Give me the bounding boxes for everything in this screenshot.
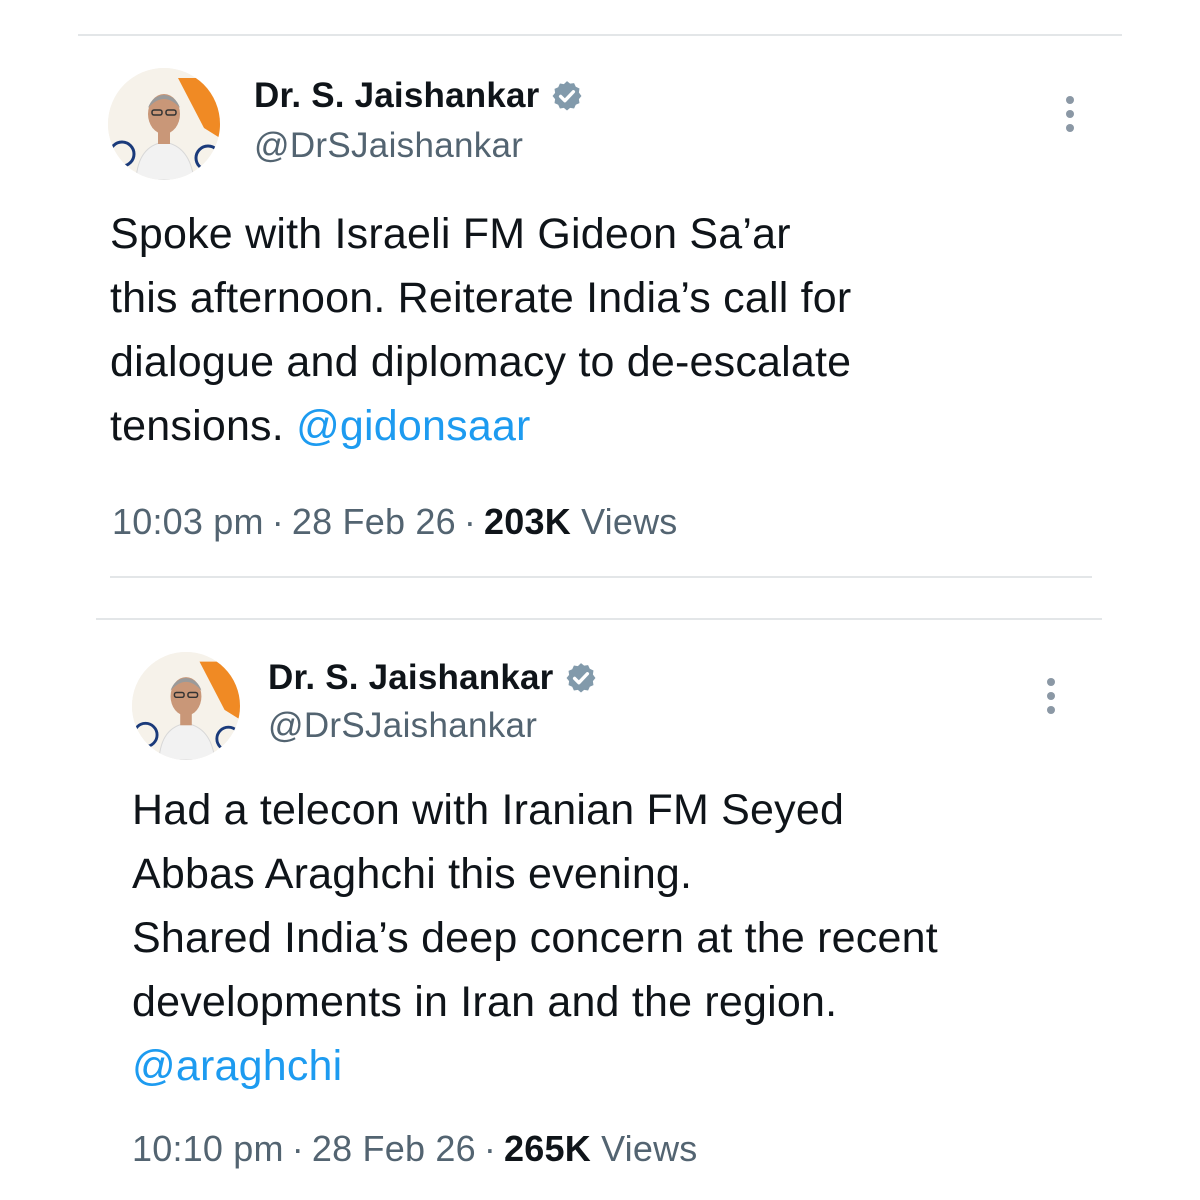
tweet-body-line: Shared India’s deep concern at the recen… (132, 914, 938, 962)
tweet-body-line: developments in Iran and the region. (132, 978, 838, 1026)
tweet-body-line-last: @araghchi (132, 1034, 938, 1098)
meta-separator: · (271, 501, 284, 542)
author-name[interactable]: Dr. S. Jaishankar (254, 76, 540, 116)
tweet-1[interactable]: Dr. S. Jaishankar @DrSJaishankar Spoke w… (0, 0, 1200, 580)
author-name-row: Dr. S. Jaishankar (254, 76, 584, 116)
author-avatar[interactable] (132, 652, 240, 760)
tweet-divider (110, 576, 1092, 578)
avatar-portrait-icon (108, 68, 220, 180)
tweet-body-line: this afternoon. Reiterate India’s call f… (110, 274, 852, 322)
tweet-body-line-last: tensions. @gidonsaar (110, 394, 851, 458)
views-label: Views (601, 1128, 698, 1169)
tweet-body-line: Had a telecon with Iranian FM Seyed (132, 786, 845, 834)
tweet-date[interactable]: 28 Feb 26 (312, 1128, 476, 1169)
author-handle[interactable]: @DrSJaishankar (254, 126, 523, 166)
author-handle[interactable]: @DrSJaishankar (268, 706, 537, 746)
avatar-portrait-icon (132, 652, 240, 760)
more-vertical-icon[interactable] (1044, 676, 1058, 716)
tweet-body-line-text: tensions. (110, 402, 284, 450)
views-count[interactable]: 265K (504, 1128, 591, 1169)
tweet-body-line: Spoke with Israeli FM Gideon Sa’ar (110, 210, 791, 258)
meta-separator: · (463, 501, 477, 542)
verified-badge-icon (564, 661, 598, 695)
tweet-meta: 10:10 pm · 28 Feb 26 · 265K Views (132, 1128, 698, 1170)
tweet-body-line: Abbas Araghchi this evening. (132, 850, 693, 898)
views-label: Views (581, 501, 678, 542)
author-name[interactable]: Dr. S. Jaishankar (268, 658, 554, 698)
tweet-body: Spoke with Israeli FM Gideon Sa’ar this … (110, 202, 851, 458)
tweet-meta: 10:03 pm · 28 Feb 26 · 203K Views (112, 501, 678, 543)
author-avatar[interactable] (108, 68, 220, 180)
tweet-2[interactable]: Dr. S. Jaishankar @DrSJaishankar Had a t… (0, 620, 1200, 1200)
more-vertical-icon[interactable] (1063, 94, 1077, 134)
verified-badge-icon (550, 79, 584, 113)
tweet-date[interactable]: 28 Feb 26 (292, 501, 456, 542)
meta-separator: · (291, 1128, 304, 1169)
meta-separator: · (483, 1128, 497, 1169)
views-count[interactable]: 203K (484, 501, 571, 542)
author-name-row: Dr. S. Jaishankar (268, 658, 598, 698)
tweet-body-line: dialogue and diplomacy to de-escalate (110, 338, 852, 386)
tweet-time[interactable]: 10:03 pm (112, 501, 264, 542)
mention-link[interactable]: @gidonsaar (296, 402, 531, 450)
tweet-body: Had a telecon with Iranian FM Seyed Abba… (132, 778, 938, 1098)
tweet-time[interactable]: 10:10 pm (132, 1128, 284, 1169)
mention-link[interactable]: @araghchi (132, 1042, 342, 1090)
screenshot-canvas: Dr. S. Jaishankar @DrSJaishankar Spoke w… (0, 0, 1200, 1200)
